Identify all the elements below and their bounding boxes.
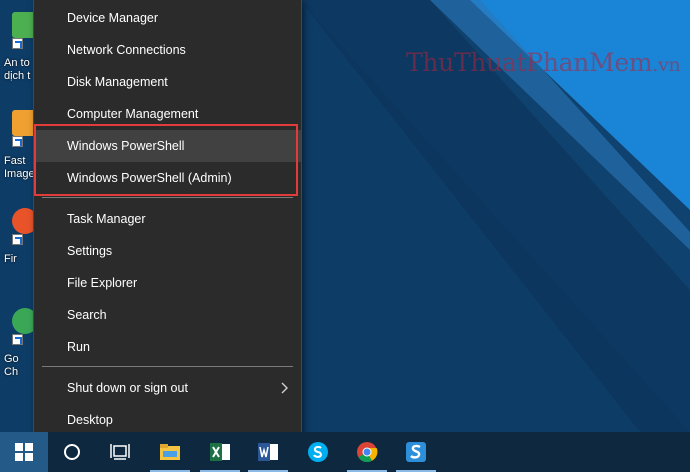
menu-item-windows-powershell-admin[interactable]: Windows PowerShell (Admin) bbox=[34, 162, 301, 194]
desktop-icon-label: An to bbox=[4, 57, 30, 69]
excel-icon bbox=[209, 441, 231, 463]
taskbar-excel[interactable] bbox=[196, 432, 244, 472]
chevron-right-icon bbox=[281, 382, 288, 394]
menu-item-label: Disk Management bbox=[67, 75, 168, 89]
menu-item-settings[interactable]: Settings bbox=[34, 235, 301, 267]
context-menu: Device Manager Network Connections Disk Ma… bbox=[33, 0, 302, 444]
folder-icon bbox=[159, 443, 181, 461]
menu-item-network-connections[interactable]: Network Connections bbox=[34, 34, 301, 66]
windows-logo-icon bbox=[15, 443, 33, 461]
snagit-icon bbox=[405, 441, 427, 463]
menu-item-shut-down[interactable]: Shut down or sign out bbox=[34, 372, 301, 404]
menu-item-search[interactable]: Search bbox=[34, 299, 301, 331]
cortana-circle-icon bbox=[63, 443, 81, 461]
menu-item-label: Windows PowerShell bbox=[67, 139, 185, 153]
menu-item-label: Settings bbox=[67, 244, 113, 258]
menu-item-label: Computer Management bbox=[67, 107, 199, 121]
menu-item-file-explorer[interactable]: File Explorer bbox=[34, 267, 301, 299]
task-view-icon bbox=[110, 443, 130, 461]
menu-separator bbox=[42, 197, 293, 198]
menu-item-windows-powershell[interactable]: Windows PowerShell bbox=[34, 130, 301, 162]
menu-item-device-manager[interactable]: Device Manager bbox=[34, 2, 301, 34]
taskbar-chrome[interactable] bbox=[343, 432, 391, 472]
desktop-icon-label: Fir bbox=[4, 253, 17, 265]
menu-separator bbox=[42, 366, 293, 367]
word-icon bbox=[257, 441, 279, 463]
skype-icon bbox=[307, 441, 329, 463]
shortcut-arrow-icon bbox=[12, 334, 23, 345]
menu-item-run[interactable]: Run bbox=[34, 331, 301, 363]
taskbar bbox=[0, 432, 690, 472]
taskbar-word[interactable] bbox=[244, 432, 292, 472]
menu-item-label: File Explorer bbox=[67, 276, 138, 290]
desktop-icon-label: Image bbox=[4, 168, 35, 180]
desktop-icon-label: Ch bbox=[4, 366, 19, 378]
menu-item-label: Task Manager bbox=[67, 212, 146, 226]
menu-item-label: Desktop bbox=[67, 413, 113, 427]
cortana-button[interactable] bbox=[48, 432, 96, 472]
desktop-icon-label: dịch t bbox=[4, 70, 31, 82]
chrome-icon bbox=[356, 441, 378, 463]
menu-item-label: Network Connections bbox=[67, 43, 186, 57]
taskbar-file-explorer[interactable] bbox=[146, 432, 194, 472]
menu-item-label: Device Manager bbox=[67, 11, 159, 25]
shortcut-arrow-icon bbox=[12, 136, 23, 147]
shortcut-arrow-icon bbox=[12, 38, 23, 49]
desktop-icon-label: Go bbox=[4, 353, 19, 365]
watermark: ThuThuatPhanMem.vn bbox=[406, 48, 681, 77]
taskbar-skype[interactable] bbox=[294, 432, 342, 472]
start-button[interactable] bbox=[0, 432, 48, 472]
menu-item-label: Shut down or sign out bbox=[67, 381, 188, 395]
desktop-icon-label: Fast bbox=[4, 155, 26, 167]
taskbar-snagit[interactable] bbox=[392, 432, 440, 472]
menu-item-label: Search bbox=[67, 308, 107, 322]
menu-item-computer-management[interactable]: Computer Management bbox=[34, 98, 301, 130]
menu-item-label: Windows PowerShell (Admin) bbox=[67, 171, 232, 185]
menu-item-disk-management[interactable]: Disk Management bbox=[34, 66, 301, 98]
task-view-button[interactable] bbox=[96, 432, 144, 472]
menu-item-label: Run bbox=[67, 340, 90, 354]
shortcut-arrow-icon bbox=[12, 234, 23, 245]
menu-item-task-manager[interactable]: Task Manager bbox=[34, 203, 301, 235]
